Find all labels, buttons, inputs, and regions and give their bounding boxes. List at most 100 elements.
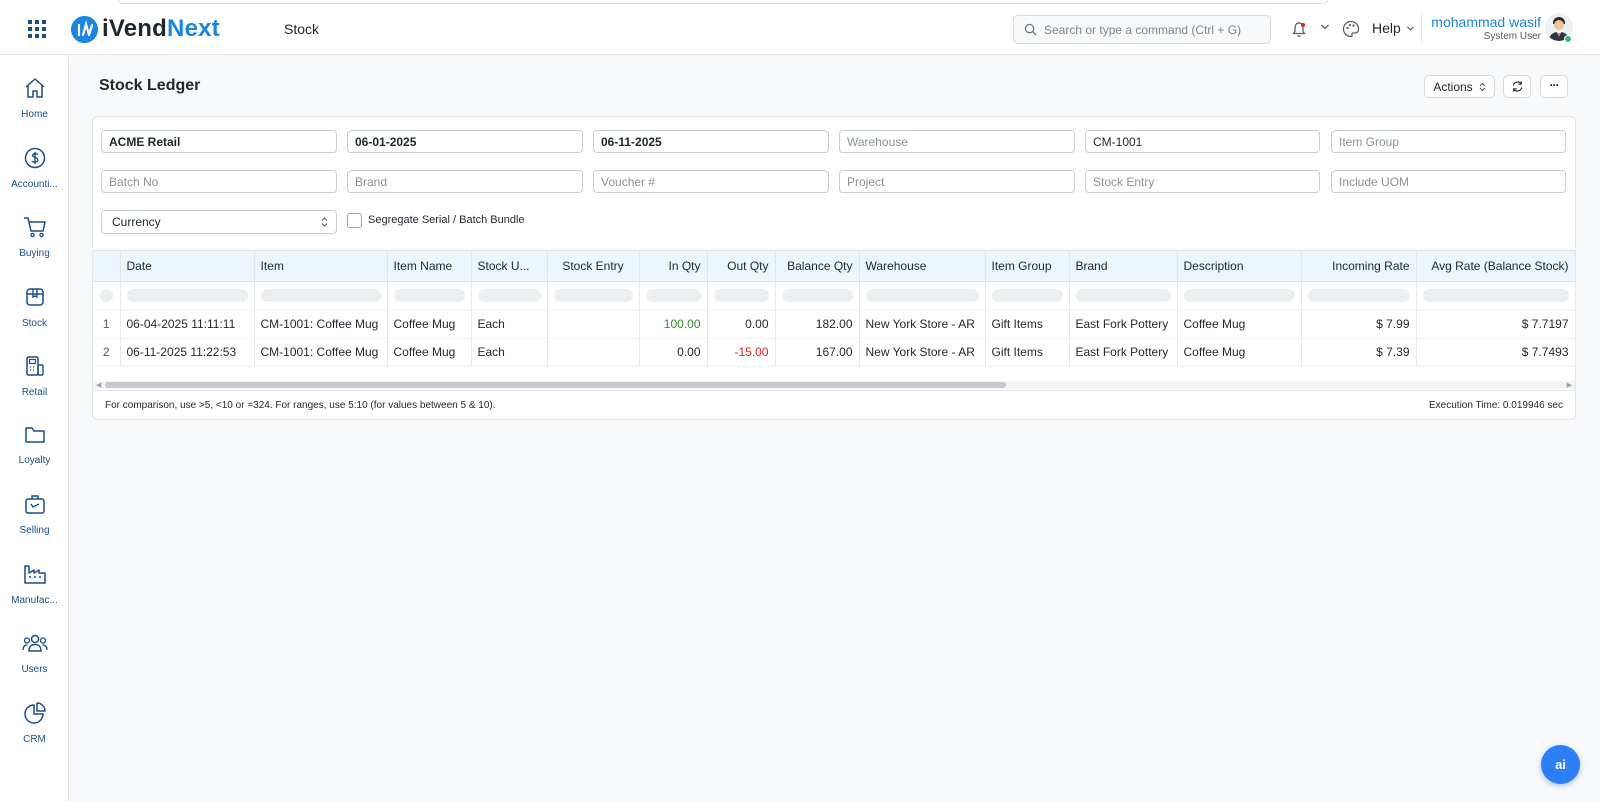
sidebar-item-manufacturing[interactable]: Manufac... xyxy=(0,563,69,625)
cell-balance-qty[interactable]: 167.00 xyxy=(775,338,860,367)
cell-out-qty[interactable]: -15.00 xyxy=(707,338,776,367)
cell-item-name[interactable]: Coffee Mug xyxy=(387,338,472,367)
sidebar-item-selling[interactable]: Selling xyxy=(0,493,69,555)
column-header-date[interactable]: Date xyxy=(120,251,255,282)
filter-cell[interactable] xyxy=(547,281,640,311)
filter-cell[interactable] xyxy=(1416,281,1576,311)
cell-incoming-rate[interactable]: $ 7.39 xyxy=(1301,338,1417,367)
to-date-field[interactable] xyxy=(593,130,829,153)
warehouse-field[interactable] xyxy=(839,130,1075,153)
cell-incoming-rate[interactable]: $ 7.99 xyxy=(1301,310,1417,339)
more-options-button[interactable]: ··· xyxy=(1540,75,1568,98)
theme-palette-icon[interactable] xyxy=(1342,20,1360,38)
stock-entry-field[interactable] xyxy=(1085,170,1320,193)
filter-cell[interactable] xyxy=(775,281,860,311)
column-header-stock-uom[interactable]: Stock U... xyxy=(471,251,548,282)
column-header-item[interactable]: Item xyxy=(254,251,388,282)
cell-item-group[interactable]: Gift Items xyxy=(985,310,1070,339)
filter-cell[interactable] xyxy=(387,281,472,311)
column-header-item-name[interactable]: Item Name xyxy=(387,251,472,282)
cell-item-group[interactable]: Gift Items xyxy=(985,338,1070,367)
cell-brand[interactable]: East Fork Pottery xyxy=(1069,338,1178,367)
from-date-field[interactable] xyxy=(347,130,583,153)
batch-no-field[interactable] xyxy=(101,170,337,193)
item-field[interactable] xyxy=(1085,130,1320,153)
cell-avg-rate[interactable]: $ 7.7197 xyxy=(1416,310,1576,339)
cell-item-name[interactable]: Coffee Mug xyxy=(387,310,472,339)
sidebar-item-stock[interactable]: Stock xyxy=(0,286,69,348)
sidebar-item-buying[interactable]: Buying xyxy=(0,216,69,278)
filter-cell[interactable] xyxy=(707,281,776,311)
segregate-checkbox[interactable] xyxy=(347,213,362,228)
sidebar-item-loyalty[interactable]: Loyalty xyxy=(0,425,69,487)
currency-select[interactable]: Currency xyxy=(101,210,337,234)
refresh-button[interactable] xyxy=(1503,75,1531,98)
column-header-description[interactable]: Description xyxy=(1177,251,1302,282)
cell-stock-uom[interactable]: Each xyxy=(471,310,548,339)
sidebar-item-home[interactable]: Home xyxy=(0,77,69,139)
user-menu[interactable]: mohammad wasif System User xyxy=(1431,14,1541,42)
cell-in-qty[interactable]: 0.00 xyxy=(639,338,708,367)
cell-out-qty[interactable]: 0.00 xyxy=(707,310,776,339)
sidebar-item-users[interactable]: Users xyxy=(0,632,69,694)
filter-cell[interactable] xyxy=(471,281,548,311)
filter-cell[interactable] xyxy=(859,281,986,311)
filter-cell[interactable] xyxy=(639,281,708,311)
filter-cell[interactable] xyxy=(1177,281,1302,311)
cell-date[interactable]: 06-04-2025 11:11:11 xyxy=(120,310,255,339)
filter-cell[interactable] xyxy=(985,281,1070,311)
filter-cell[interactable] xyxy=(1301,281,1417,311)
column-header-stock-entry[interactable]: Stock Entry xyxy=(547,251,640,282)
column-header-incoming-rate[interactable]: Incoming Rate xyxy=(1301,251,1417,282)
horizontal-scrollbar[interactable]: ◀ ▶ xyxy=(93,381,1575,389)
cell-description[interactable]: Coffee Mug xyxy=(1177,338,1302,367)
cell-stock-uom[interactable]: Each xyxy=(471,338,548,367)
app-logo[interactable]: iVendNext xyxy=(71,15,220,43)
table-row[interactable]: 2 06-11-2025 11:22:53 CM-1001: Coffee Mu… xyxy=(93,338,1576,367)
notification-bell-icon[interactable] xyxy=(1291,21,1307,38)
search-input[interactable] xyxy=(1044,22,1264,37)
cell-stock-entry[interactable] xyxy=(547,338,640,367)
cell-in-qty[interactable]: 100.00 xyxy=(639,310,708,339)
scrollbar-thumb[interactable] xyxy=(105,382,1006,388)
cell-warehouse[interactable]: New York Store - AR xyxy=(859,310,986,339)
column-header-item-group[interactable]: Item Group xyxy=(985,251,1070,282)
column-header-balance-qty[interactable]: Balance Qty xyxy=(775,251,860,282)
filter-cell[interactable] xyxy=(120,281,255,311)
scroll-right-arrow-icon[interactable]: ▶ xyxy=(1567,381,1572,389)
ai-assistant-button[interactable]: ai xyxy=(1541,745,1580,784)
cell-item[interactable]: CM-1001: Coffee Mug xyxy=(254,338,388,367)
actions-button[interactable]: Actions xyxy=(1424,75,1495,98)
apps-grid-icon[interactable] xyxy=(27,19,47,39)
column-header-out-qty[interactable]: Out Qty xyxy=(707,251,776,282)
cell-stock-entry[interactable] xyxy=(547,310,640,339)
command-search[interactable] xyxy=(1013,15,1271,44)
column-header-brand[interactable]: Brand xyxy=(1069,251,1178,282)
filter-cell[interactable] xyxy=(1069,281,1178,311)
column-header-in-qty[interactable]: In Qty xyxy=(639,251,708,282)
cell-item[interactable]: CM-1001: Coffee Mug xyxy=(254,310,388,339)
filter-cell[interactable] xyxy=(254,281,388,311)
cell-description[interactable]: Coffee Mug xyxy=(1177,310,1302,339)
cell-date[interactable]: 06-11-2025 11:22:53 xyxy=(120,338,255,367)
sidebar-item-accounting[interactable]: Accounti... xyxy=(0,147,69,209)
company-field[interactable] xyxy=(101,130,337,153)
include-uom-field[interactable] xyxy=(1331,170,1566,193)
module-title[interactable]: Stock xyxy=(284,21,319,37)
sidebar-item-retail[interactable]: Retail xyxy=(0,355,69,417)
item-group-field[interactable] xyxy=(1331,130,1566,153)
column-header-avg-rate[interactable]: Avg Rate (Balance Stock) xyxy=(1416,251,1576,282)
chevron-down-icon[interactable] xyxy=(1320,23,1330,31)
cell-brand[interactable]: East Fork Pottery xyxy=(1069,310,1178,339)
sidebar-item-crm[interactable]: CRM xyxy=(0,702,69,764)
cell-warehouse[interactable]: New York Store - AR xyxy=(859,338,986,367)
cell-avg-rate[interactable]: $ 7.7493 xyxy=(1416,338,1576,367)
scroll-left-arrow-icon[interactable]: ◀ xyxy=(96,381,101,389)
cell-balance-qty[interactable]: 182.00 xyxy=(775,310,860,339)
help-menu[interactable]: Help xyxy=(1372,20,1415,36)
column-header-warehouse[interactable]: Warehouse xyxy=(859,251,986,282)
brand-field[interactable] xyxy=(347,170,583,193)
table-row[interactable]: 1 06-04-2025 11:11:11 CM-1001: Coffee Mu… xyxy=(93,310,1576,339)
voucher-field[interactable] xyxy=(593,170,829,193)
project-field[interactable] xyxy=(839,170,1075,193)
